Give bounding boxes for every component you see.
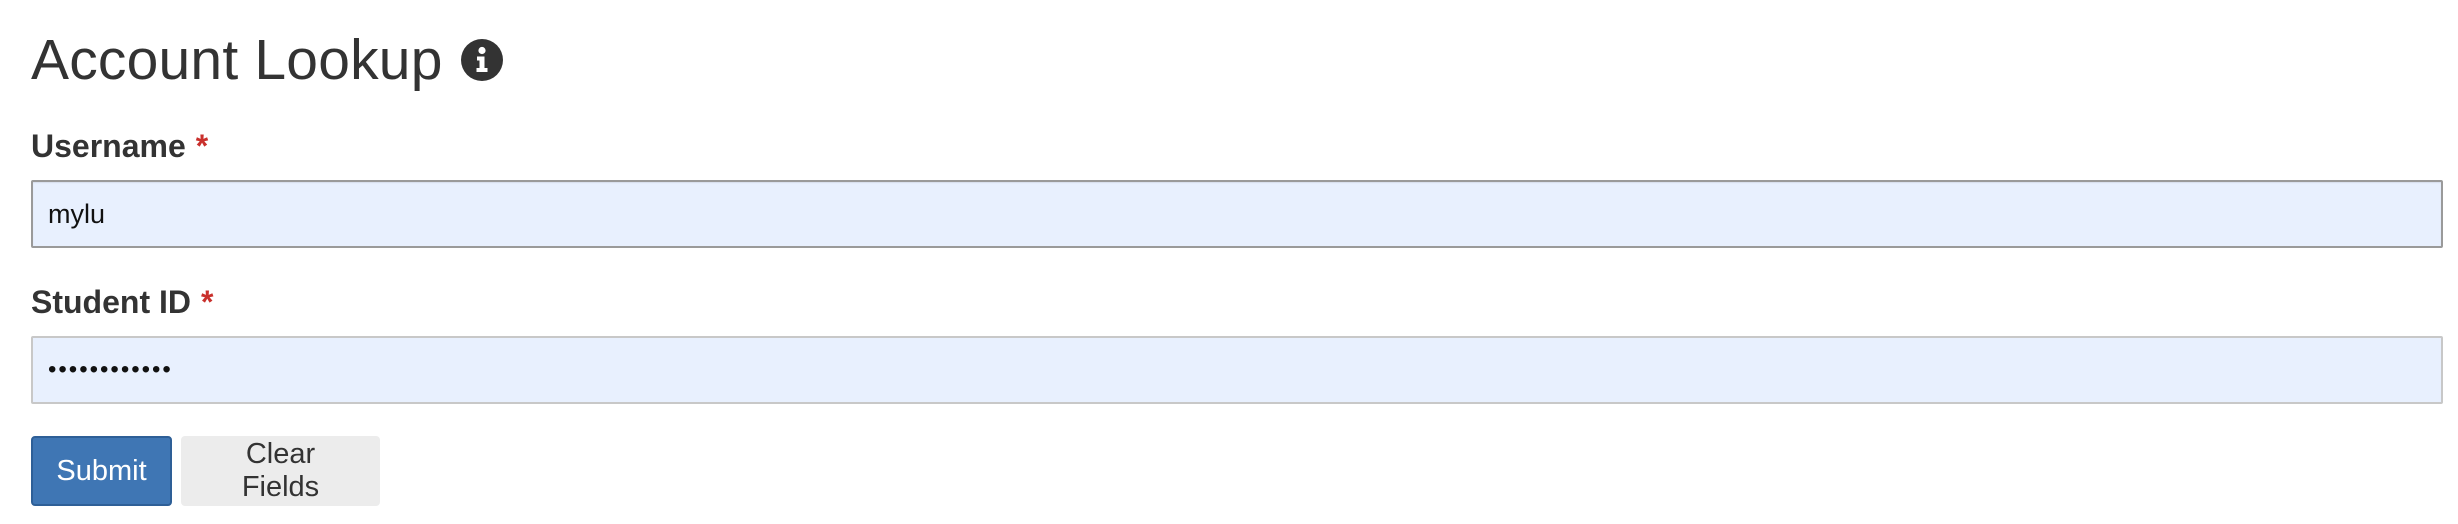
submit-button[interactable]: Submit [31,436,172,506]
student-id-label-text: Student ID [31,284,191,320]
username-input[interactable] [31,180,2443,248]
username-required-mark: * [195,128,209,164]
account-lookup-form: Account Lookup Username * Student ID * S… [31,0,2443,524]
title-row: Account Lookup [31,24,503,96]
page-title: Account Lookup [31,27,443,92]
info-circle-icon[interactable] [460,39,503,81]
username-label: Username * [31,130,208,162]
username-label-text: Username [31,128,186,164]
student-id-label: Student ID * [31,286,213,318]
info-circle-icon-graphic [460,39,503,81]
student-id-required-mark: * [200,284,214,320]
clear-fields-button[interactable]: Clear Fields [181,436,380,506]
student-id-input[interactable] [31,336,2443,404]
